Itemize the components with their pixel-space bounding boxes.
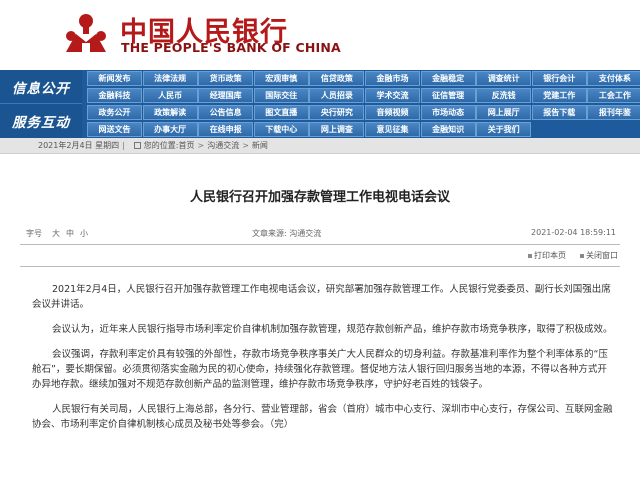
print-page-label: 打印本页 bbox=[534, 251, 566, 260]
nav-item[interactable]: 政策解读 bbox=[142, 105, 198, 120]
nav-item[interactable]: 金融科技 bbox=[87, 88, 142, 103]
breadcrumb: 2021年2月4日 星期四 | 您的位置: 首页 > 沟通交流 > 新闻 bbox=[0, 138, 640, 154]
nav-item[interactable]: 货币政策 bbox=[198, 71, 254, 86]
nav-item[interactable]: 征信管理 bbox=[420, 88, 476, 103]
article-actions: 打印本页 关闭窗口 bbox=[20, 250, 620, 262]
nav-item[interactable]: 关于我们 bbox=[476, 122, 532, 137]
nav-item[interactable]: 网送文告 bbox=[87, 122, 142, 137]
breadcrumb-separator: > bbox=[197, 141, 205, 150]
print-page-link[interactable]: 打印本页 bbox=[528, 250, 566, 261]
site-header: 中国人民银行 THE PEOPLE'S BANK OF CHINA bbox=[0, 0, 640, 70]
site-name-en: THE PEOPLE'S BANK OF CHINA bbox=[121, 40, 341, 55]
nav-item[interactable]: 网上调查 bbox=[309, 122, 365, 137]
nav-item[interactable]: 市场动态 bbox=[420, 105, 476, 120]
article-source: 文章来源: 沟通交流 bbox=[252, 229, 322, 238]
nav-item[interactable]: 图文直播 bbox=[253, 105, 309, 120]
nav-item[interactable]: 经理国库 bbox=[198, 88, 254, 103]
close-window-link[interactable]: 关闭窗口 bbox=[580, 250, 618, 261]
breadcrumb-separator: > bbox=[242, 141, 249, 150]
pboc-emblem-icon bbox=[66, 14, 106, 52]
nav-item[interactable]: 人员招录 bbox=[309, 88, 365, 103]
font-size-label: 字号 bbox=[26, 229, 42, 238]
article-paragraph: 会议强调，存款利率定价具有较强的外部性，存款市场竞争秩序事关广大人民群众的切身利… bbox=[32, 349, 608, 390]
divider bbox=[20, 266, 620, 267]
nav-item[interactable]: 反洗钱 bbox=[476, 88, 532, 103]
nav-item[interactable]: 报告下载 bbox=[531, 105, 587, 120]
nav-item[interactable]: 办事大厅 bbox=[142, 122, 198, 137]
nav-item[interactable]: 支付体系 bbox=[587, 71, 640, 86]
nav-item[interactable]: 银行会计 bbox=[531, 71, 587, 86]
nav-grid: 新闻发布 法律法规 货币政策 宏观审慎 信贷政策 金融市场 金融稳定 调查统计 银行会计 支付体系… bbox=[84, 70, 640, 138]
article-date: 2021-02-04 18:59:11 bbox=[531, 228, 616, 237]
nav-section-service-interaction: 服务互动 bbox=[0, 104, 82, 138]
breadcrumb-item-communication[interactable]: 沟通交流 bbox=[207, 140, 239, 151]
font-size-medium-link[interactable]: 中 bbox=[66, 228, 74, 239]
nav-item[interactable]: 报刊年鉴 bbox=[587, 105, 640, 120]
nav-item[interactable]: 下载中心 bbox=[253, 122, 309, 137]
bullet-icon bbox=[580, 253, 584, 258]
article-paragraph: 2021年2月4日，人民银行召开加强存款管理工作电视电话会议，研究部署加强存款管… bbox=[32, 284, 611, 310]
nav-item[interactable]: 在线申报 bbox=[198, 122, 254, 137]
nav-item[interactable]: 意见征集 bbox=[365, 122, 420, 137]
nav-item[interactable]: 网上展厅 bbox=[476, 105, 532, 120]
main-nav: 信息公开 服务互动 新闻发布 法律法规 货币政策 宏观审慎 信贷政策 金融市场 金融稳定 调查… bbox=[0, 70, 640, 138]
nav-item[interactable]: 调查统计 bbox=[476, 71, 532, 86]
nav-item[interactable]: 政务公开 bbox=[87, 105, 142, 120]
article-container: 人民银行召开加强存款管理工作电视电话会议 字号 大 中 小 文章来源: 沟通交流… bbox=[0, 154, 640, 501]
nav-item[interactable]: 公告信息 bbox=[198, 105, 254, 120]
article-title: 人民银行召开加强存款管理工作电视电话会议 bbox=[189, 190, 450, 205]
home-icon bbox=[133, 142, 141, 149]
nav-item[interactable]: 法律法规 bbox=[142, 71, 198, 86]
nav-item[interactable]: 宏观审慎 bbox=[253, 71, 309, 86]
article-paragraph: 人民银行有关司局，人民银行上海总部，各分行、营业管理部，省会（首府）城市中心支行… bbox=[32, 404, 613, 430]
location-label: 您的位置: bbox=[143, 141, 179, 150]
nav-item[interactable]: 学术交流 bbox=[365, 88, 420, 103]
breadcrumb-item-home[interactable]: 首页 bbox=[179, 140, 195, 151]
close-window-label: 关闭窗口 bbox=[586, 251, 618, 260]
current-date: 2021年2月4日 星期四 bbox=[38, 141, 120, 150]
nav-item[interactable]: 金融市场 bbox=[365, 71, 420, 86]
nav-item[interactable]: 音频视频 bbox=[365, 105, 420, 120]
article-paragraph: 会议认为，近年来人民银行指导市场利率定价自律机制加强存款管理，规范存款创新产品，… bbox=[52, 324, 613, 335]
article-body: 2021年2月4日，人民银行召开加强存款管理工作电视电话会议，研究部署加强存款管… bbox=[32, 282, 616, 442]
breadcrumb-separator: | bbox=[122, 141, 125, 150]
nav-item[interactable]: 党建工作 bbox=[531, 88, 587, 103]
divider bbox=[20, 244, 620, 245]
nav-item[interactable]: 金融稳定 bbox=[420, 71, 476, 86]
article-meta: 字号 大 中 小 文章来源: 沟通交流 2021-02-04 18:59:11 bbox=[26, 228, 616, 242]
nav-item[interactable]: 人民币 bbox=[142, 88, 198, 103]
nav-section-info-disclosure: 信息公开 bbox=[0, 70, 82, 104]
nav-item[interactable]: 信贷政策 bbox=[309, 71, 365, 86]
nav-item[interactable]: 新闻发布 bbox=[87, 71, 142, 86]
nav-item[interactable]: 工会工作 bbox=[587, 88, 640, 103]
breadcrumb-item-news[interactable]: 新闻 bbox=[252, 140, 268, 151]
font-size-large-link[interactable]: 大 bbox=[52, 228, 60, 239]
nav-item[interactable]: 国际交往 bbox=[253, 88, 309, 103]
font-size-small-link[interactable]: 小 bbox=[80, 228, 88, 239]
nav-item[interactable]: 央行研究 bbox=[309, 105, 365, 120]
nav-item[interactable]: 金融知识 bbox=[420, 122, 476, 137]
bullet-icon bbox=[528, 253, 532, 258]
